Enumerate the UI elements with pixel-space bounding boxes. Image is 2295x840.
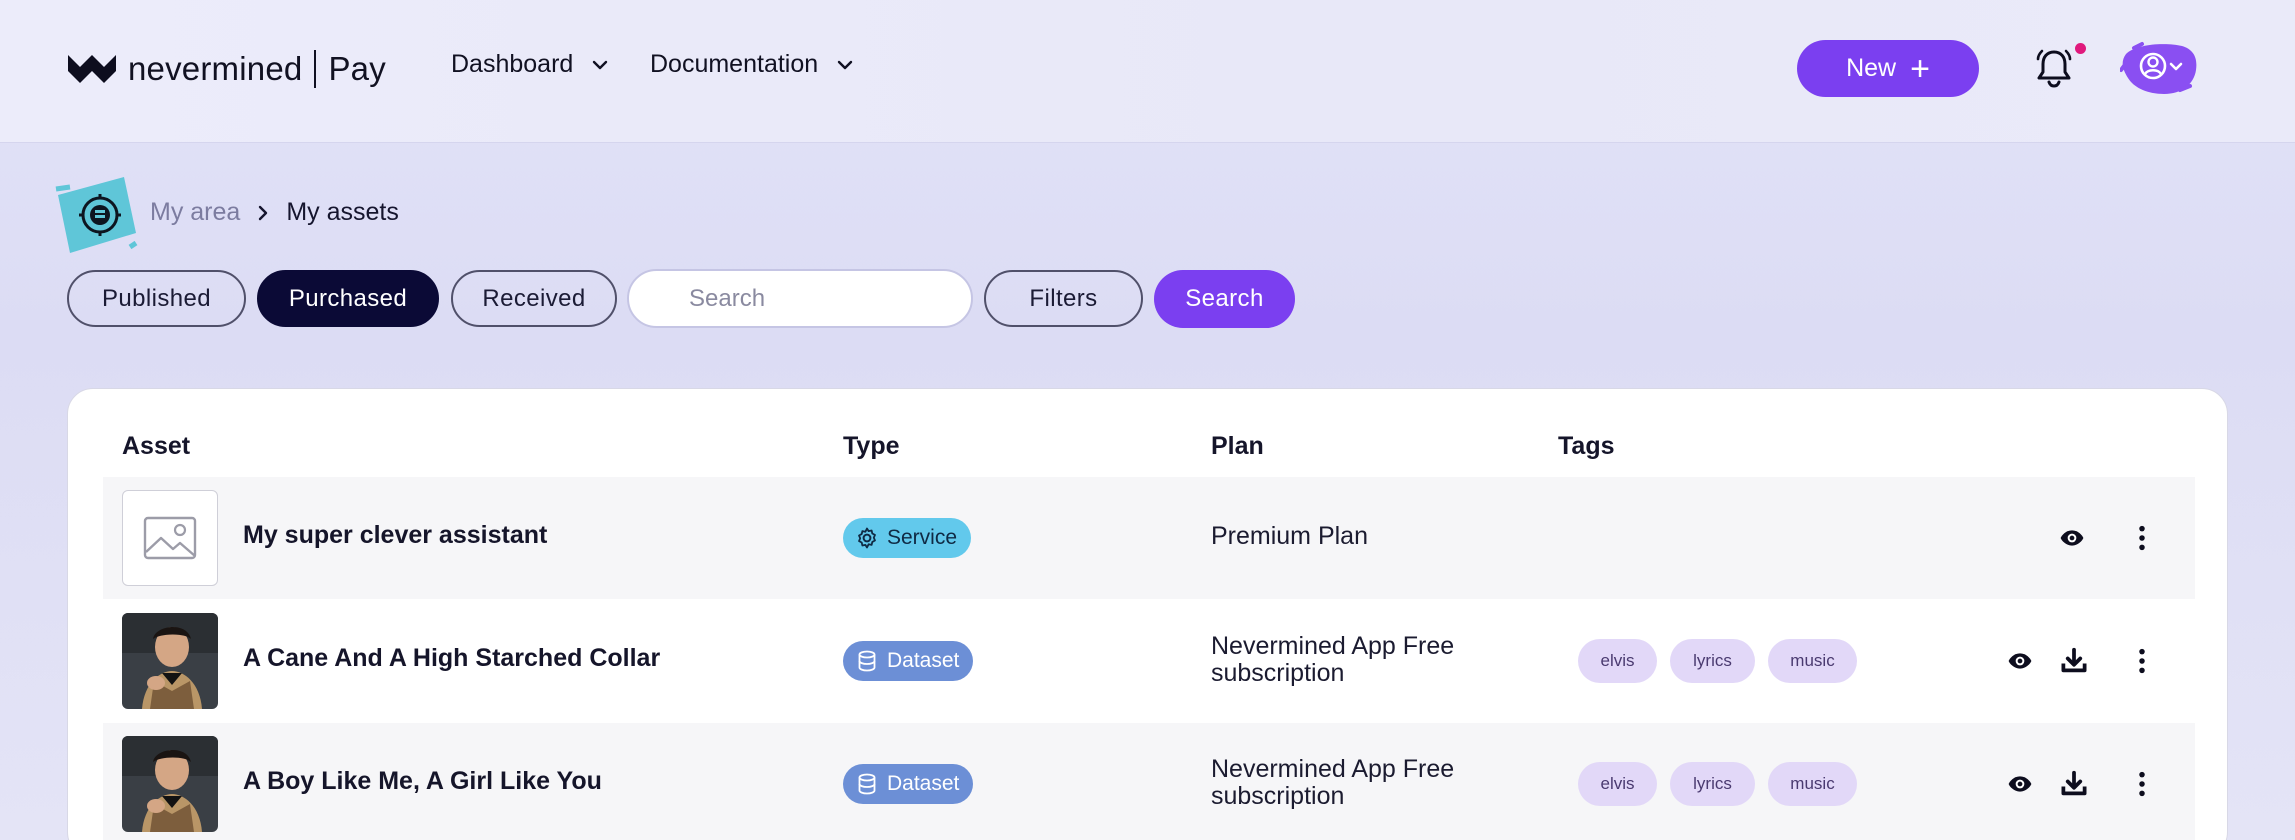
table-row[interactable]: A Boy Like Me, A Girl Like You Dataset N… [103,723,2195,840]
table-row[interactable]: My super clever assistant Service Premiu… [103,477,2195,599]
eye-icon[interactable] [2003,771,2037,797]
eye-icon[interactable] [2003,648,2037,674]
chevron-right-icon [259,205,268,220]
my-area-icon [55,177,138,253]
breadcrumb: My area My assets [150,198,399,227]
nav-documentation-label: Documentation [650,50,819,78]
chevron-down-icon [837,60,853,69]
asset-thumbnail [122,736,218,832]
search-button[interactable]: Search [1154,270,1295,328]
download-icon[interactable] [2059,769,2089,799]
new-button[interactable]: New + [1797,40,1979,97]
plan-line-1: Nevermined App Free [1211,755,1455,783]
type-badge-label: Service [887,526,958,549]
plan-name: Nevermined App Free subscription [1211,756,1454,810]
tag-chip[interactable]: elvis [1578,762,1657,806]
more-vertical-icon[interactable] [2127,646,2157,676]
filters-button[interactable]: Filters [984,270,1143,327]
download-icon[interactable] [2059,646,2089,676]
breadcrumb-current: My assets [286,198,399,226]
column-header-asset: Asset [122,432,191,460]
type-badge-dataset[interactable]: Dataset [843,641,974,681]
tag-chip[interactable]: elvis [1578,639,1657,683]
nevermined-logo-icon [68,55,116,83]
type-badge-service[interactable]: Service [843,518,972,558]
asset-thumbnail [122,613,218,709]
image-placeholder-icon [143,516,197,560]
column-header-type: Type [843,432,900,460]
tab-purchased[interactable]: Purchased [257,270,439,327]
asset-thumbnail [122,490,218,586]
search-input[interactable] [627,269,973,328]
database-icon [855,772,879,796]
plan-line-2: subscription [1211,782,1345,810]
product-name: Pay [328,50,386,87]
asset-name[interactable]: A Cane And A High Starched Collar [243,644,660,673]
tag-chip[interactable]: lyrics [1670,639,1755,683]
artist-photo [122,736,218,832]
column-header-plan: Plan [1211,432,1264,460]
notification-dot [2075,43,2086,54]
new-button-label: New [1846,54,1897,82]
user-menu-avatar-icon[interactable] [2120,40,2202,98]
plan-line-2: subscription [1211,659,1345,687]
asset-name[interactable]: My super clever assistant [243,521,547,550]
tab-published[interactable]: Published [67,270,246,327]
nav-documentation[interactable]: Documentation [650,50,854,79]
type-badge-label: Dataset [887,649,960,672]
gear-icon [855,526,879,550]
asset-name[interactable]: A Boy Like Me, A Girl Like You [243,767,602,796]
type-badge-label: Dataset [887,772,960,795]
tag-chip[interactable]: music [1768,639,1857,683]
brand-name: nevermined [128,50,303,87]
breadcrumb-my-area[interactable]: My area [150,198,240,227]
plan-line-1: Nevermined App Free [1211,632,1455,660]
more-vertical-icon[interactable] [2127,769,2157,799]
type-badge-dataset[interactable]: Dataset [843,764,974,804]
plan-line-1: Premium Plan [1211,522,1368,550]
chevron-down-icon [593,60,608,69]
nav-dashboard[interactable]: Dashboard [451,50,609,79]
database-icon [855,649,879,673]
column-header-tags: Tags [1558,432,1615,460]
plus-icon: + [1910,49,1930,88]
plan-name: Premium Plan [1211,523,1368,550]
tag-chip[interactable]: lyrics [1670,762,1755,806]
table-row[interactable]: A Cane And A High Starched Collar Datase… [103,600,2195,722]
plan-name: Nevermined App Free subscription [1211,633,1454,687]
tag-chip[interactable]: music [1768,762,1857,806]
tab-received[interactable]: Received [451,270,617,327]
top-navigation-bar: nevermined Pay Dashboard Documentation N… [0,0,2295,143]
eye-icon[interactable] [2055,525,2089,551]
more-vertical-icon[interactable] [2127,523,2157,553]
nav-dashboard-label: Dashboard [451,50,574,78]
notification-bell-icon[interactable] [2034,47,2074,89]
brand-logo[interactable]: nevermined Pay [66,44,386,94]
brand-divider [314,50,317,88]
artist-photo [122,613,218,709]
